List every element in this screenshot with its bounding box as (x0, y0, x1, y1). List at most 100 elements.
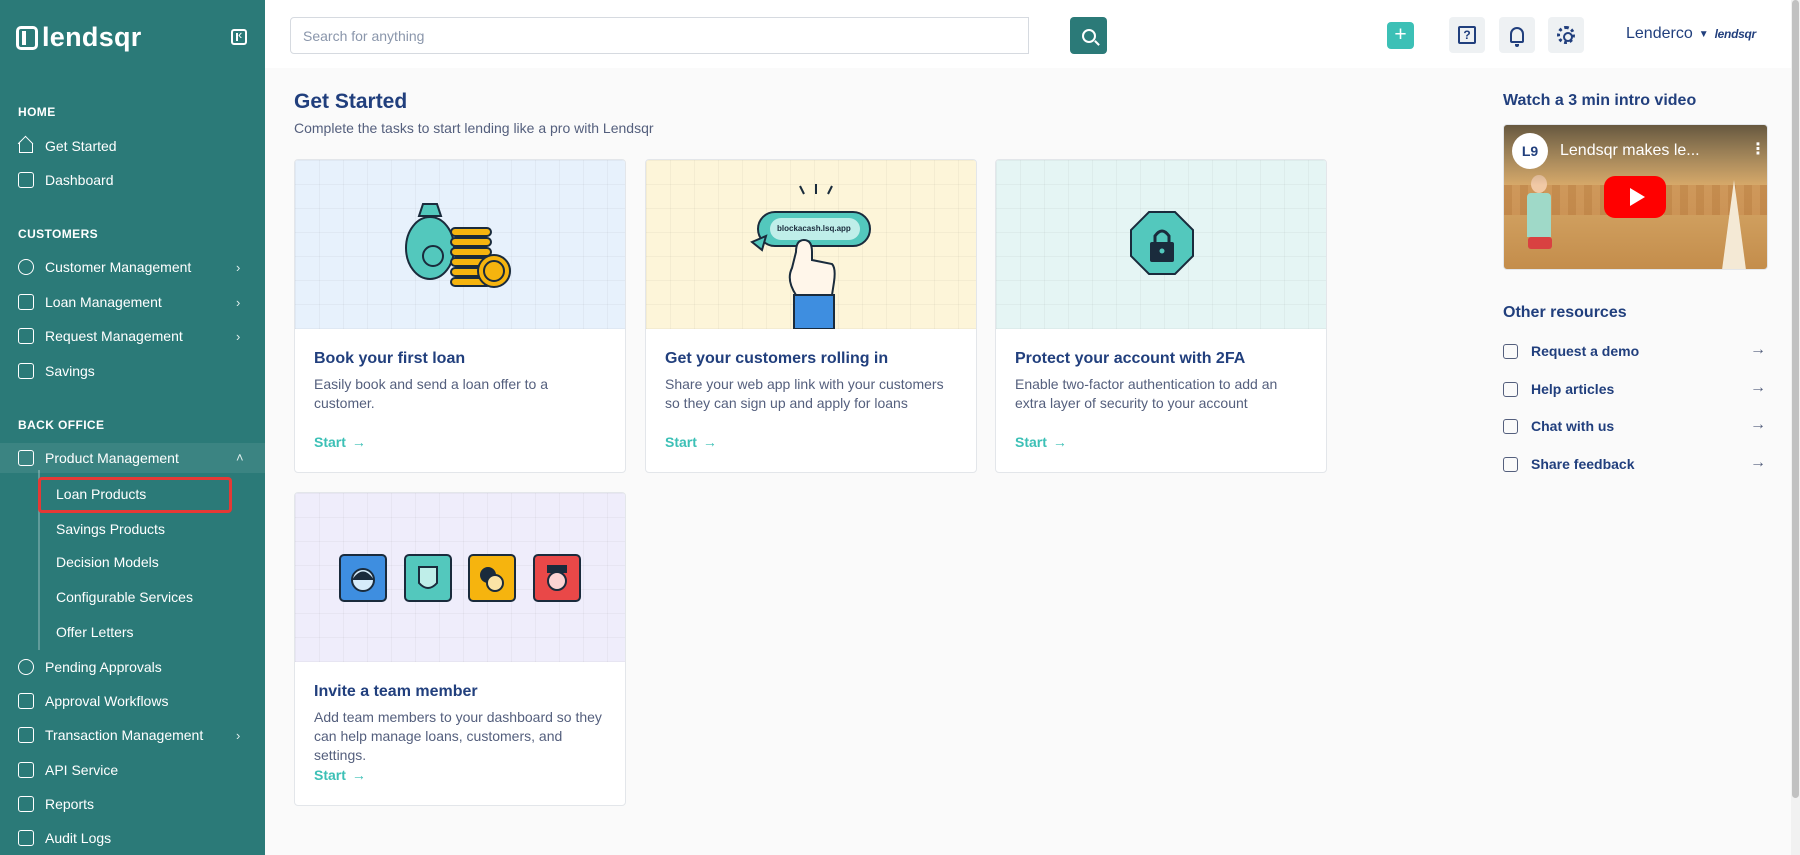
scrollbar-thumb[interactable] (1792, 0, 1799, 798)
page-subtitle: Complete the tasks to start lending like… (294, 120, 654, 136)
pointer-hand-icon (750, 184, 871, 330)
sidebar-item-label: Approval Workflows (45, 693, 169, 709)
sidebar-item-label: Dashboard (45, 172, 114, 188)
task-card-book-loan: Book your first loan Easily book and sen… (294, 159, 626, 473)
sidebar-item-label: Product Management (45, 450, 179, 466)
sidebar-item-savings[interactable]: Savings (0, 356, 265, 386)
sidebar-item-api-service[interactable]: API Service (0, 755, 265, 785)
sidebar-item-reports[interactable]: Reports (0, 789, 265, 819)
search-input[interactable] (290, 17, 1029, 54)
arrow-right-icon: → (1750, 416, 1766, 433)
home-icon (18, 138, 34, 154)
notifications-button[interactable] (1499, 17, 1535, 53)
start-link[interactable]: Start → (314, 767, 366, 783)
arrow-right-icon: → (1750, 454, 1766, 471)
user-menu[interactable]: Lenderco ▼ lendsqr (1626, 25, 1756, 43)
resource-help-articles[interactable]: Help articles → (1503, 377, 1768, 401)
arrow-right-icon: → (1750, 379, 1766, 396)
sidebar-item-customer-management[interactable]: Customer Management › (0, 252, 265, 282)
search-button[interactable] (1070, 17, 1107, 54)
sidebar-item-request-management[interactable]: Request Management › (0, 321, 265, 351)
chevron-right-icon: › (236, 329, 241, 344)
sidebar: lendsqr HOME Get Started Dashboard CUSTO… (0, 0, 265, 855)
play-button[interactable] (1604, 176, 1666, 218)
page-title: Get Started (294, 90, 408, 113)
resource-share-feedback[interactable]: Share feedback → (1503, 452, 1768, 476)
sidebar-item-pending-approvals[interactable]: Pending Approvals (0, 652, 265, 682)
selection-highlight (38, 477, 232, 513)
sidebar-subitem-offer-letters[interactable]: Offer Letters (38, 617, 265, 647)
topbar: + ? Lenderco ▼ lendsqr (265, 0, 1800, 68)
sidebar-item-transaction-management[interactable]: Transaction Management › (0, 720, 265, 750)
sidebar-item-label: Request Management (45, 328, 183, 344)
add-button[interactable]: + (1387, 22, 1414, 49)
chevron-up-icon: ˄ (236, 450, 244, 465)
arrow-right-icon: → (1052, 434, 1067, 450)
users-icon (18, 259, 34, 275)
logo-icon (16, 25, 38, 50)
resource-chat[interactable]: Chat with us → (1503, 414, 1768, 438)
shapes-icon (18, 450, 34, 466)
search-icon (1081, 28, 1096, 43)
team-avatars-icon (339, 554, 581, 602)
video-character (1524, 175, 1554, 255)
sidebar-item-label: Pending Approvals (45, 659, 162, 675)
sidebar-item-label: API Service (45, 762, 119, 778)
task-card-customers-rolling: blockacash.lsq.app Get your customers ro… (645, 159, 977, 473)
workflow-icon (18, 693, 34, 709)
user-name: Lenderco (1626, 25, 1693, 42)
card-title: Protect your account with 2FA (1015, 350, 1246, 367)
resources-title: Other resources (1503, 304, 1627, 321)
resource-label: Help articles (1531, 381, 1615, 397)
card-title: Book your first loan (314, 350, 466, 367)
start-link-label: Start (1015, 434, 1047, 450)
caret-down-icon: ▼ (1698, 28, 1709, 40)
briefcase-icon (18, 363, 34, 379)
video-name[interactable]: Lendsqr makes le... (1560, 142, 1700, 160)
sidebar-item-approval-workflows[interactable]: Approval Workflows (0, 686, 265, 716)
chart-icon (18, 796, 34, 812)
resource-label: Chat with us (1531, 418, 1615, 434)
request-icon (18, 328, 34, 344)
sidebar-subitem-label: Savings Products (56, 521, 165, 537)
section-label-customers: CUSTOMERS (18, 227, 99, 241)
resource-request-demo[interactable]: Request a demo → (1503, 339, 1768, 363)
sidebar-item-label: Transaction Management (45, 727, 204, 743)
sidebar-subitem-configurable-services[interactable]: Configurable Services (38, 582, 265, 612)
sidebar-subitem-savings-products[interactable]: Savings Products (38, 514, 265, 544)
dashboard-icon (18, 172, 34, 188)
start-link[interactable]: Start → (314, 434, 366, 450)
help-button[interactable]: ? (1449, 17, 1485, 53)
card-title: Get your customers rolling in (665, 350, 889, 367)
start-link[interactable]: Start → (665, 434, 717, 450)
arrow-right-icon: → (1750, 341, 1766, 358)
page-scrollbar[interactable] (1791, 0, 1800, 855)
more-options-icon[interactable]: ⋮ (1750, 139, 1766, 159)
arrow-right-icon: → (351, 767, 366, 783)
video-background-road (1722, 180, 1746, 269)
sidebar-subitem-label: Offer Letters (56, 624, 134, 640)
feedback-icon (1503, 456, 1518, 472)
settings-button[interactable] (1548, 17, 1584, 53)
task-card-2fa: Protect your account with 2FA Enable two… (995, 159, 1327, 473)
money-bag-icon (405, 203, 511, 288)
sidebar-subitem-decision-models[interactable]: Decision Models (38, 547, 265, 577)
document-icon (18, 727, 34, 743)
sidebar-item-dashboard[interactable]: Dashboard (0, 165, 265, 195)
chevron-right-icon: › (236, 728, 241, 743)
sidebar-item-label: Loan Management (45, 294, 162, 310)
start-link[interactable]: Start → (1015, 434, 1067, 450)
sidebar-item-get-started[interactable]: Get Started (0, 131, 265, 161)
chat-icon (1503, 418, 1518, 434)
channel-avatar[interactable]: L9 (1512, 133, 1548, 169)
intro-video[interactable]: L9 Lendsqr makes le... ⋮ (1503, 124, 1768, 270)
brand-logo[interactable]: lendsqr (16, 22, 142, 53)
character-body (1527, 193, 1551, 237)
collapse-sidebar-icon[interactable] (231, 27, 247, 45)
sidebar-item-loan-management[interactable]: Loan Management › (0, 287, 265, 317)
sidebar-item-audit-logs[interactable]: Audit Logs (0, 823, 265, 853)
sidebar-item-product-management[interactable]: Product Management ˄ (0, 443, 265, 473)
resource-label: Share feedback (1531, 456, 1635, 472)
security-illustration (996, 160, 1326, 329)
card-description: Easily book and send a loan offer to a c… (314, 376, 549, 411)
